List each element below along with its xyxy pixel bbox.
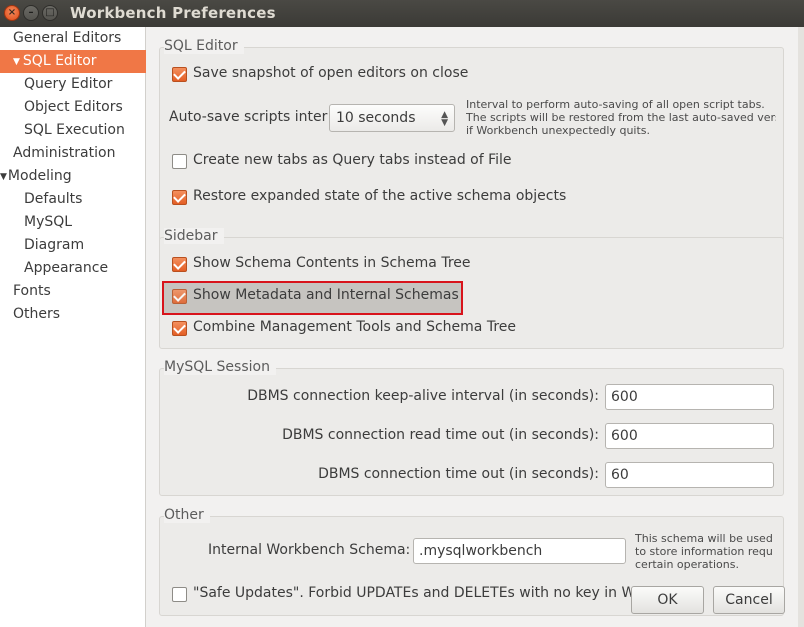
preferences-sidebar: General Editors ▼ SQL Editor Query Editor… [0,27,146,627]
help-line: This schema will be used b [635,532,776,545]
sidebar-item-label: General Editors [13,30,122,46]
combine-tools-checkbox[interactable] [172,321,187,336]
connection-timeout-label: DBMS connection time out (in seconds): [318,466,599,482]
spin-down-icon[interactable]: ▼ [441,119,448,128]
sidebar-item-object-editors[interactable]: Object Editors [0,96,146,119]
sidebar-item-label: Administration [13,145,116,161]
sidebar-item-label: Others [13,306,61,322]
sql-editor-heading: SQL Editor [164,38,244,54]
auto-save-label: Auto-save scripts inter [169,109,328,125]
keep-alive-label: DBMS connection keep-alive interval (in … [247,388,599,404]
sidebar-item-appearance[interactable]: Appearance [0,257,146,280]
cancel-button[interactable]: Cancel [713,586,785,614]
sidebar-item-label: Defaults [24,191,83,207]
sidebar-item-administration[interactable]: Administration [0,142,146,165]
sidebar-item-defaults[interactable]: Defaults [0,188,146,211]
sidebar-item-label: Object Editors [24,99,123,115]
sidebar-item-fonts[interactable]: Fonts [0,280,146,303]
sidebar-item-label: Appearance [24,260,109,276]
mysql-session-heading: MySQL Session [164,359,276,375]
preferences-content: SQL Editor Save snapshot of open editors… [147,27,804,627]
sidebar-item-others[interactable]: Others [0,303,146,326]
minimize-icon: – [28,7,34,18]
sidebar-item-label: SQL Editor [22,53,97,69]
restore-state-checkbox[interactable] [172,190,187,205]
read-timeout-input[interactable]: 600 [605,423,774,449]
auto-save-interval-value: 10 seconds [336,110,416,126]
sidebar-item-label: Query Editor [24,76,113,92]
title-bar: × – □ Workbench Preferences [0,0,804,27]
sidebar-item-label: Diagram [24,237,85,253]
metadata-label: Show Metadata and Internal Schemas [193,287,459,303]
sidebar-item-modeling[interactable]: ▼Modeling [0,165,146,188]
auto-save-interval-spinner[interactable]: 10 seconds ▲ ▼ [329,104,455,132]
keep-alive-input[interactable]: 600 [605,384,774,410]
sidebar-item-label: Fonts [13,283,51,299]
internal-schema-label: Internal Workbench Schema: [208,542,411,558]
other-heading: Other [164,507,210,523]
help-line: if Workbench unexpectedly quits. [466,124,651,137]
sidebar-item-sql-editor[interactable]: ▼ SQL Editor [0,50,146,73]
sidebar-item-diagram[interactable]: Diagram [0,234,146,257]
schema-contents-checkbox[interactable] [172,257,187,272]
schema-contents-label: Show Schema Contents in Schema Tree [193,255,471,271]
sidebar-item-sql-execution[interactable]: SQL Execution [0,119,146,142]
read-timeout-label: DBMS connection read time out (in second… [282,427,599,443]
sidebar-item-label: MySQL [24,214,73,230]
new-tabs-label: Create new tabs as Query tabs instead of… [193,152,512,168]
expand-arrow-icon[interactable]: ▼ [13,57,20,67]
maximize-window-button[interactable]: □ [42,5,58,21]
save-snapshot-checkbox[interactable] [172,67,187,82]
auto-save-help: Interval to perform auto-saving of all o… [466,98,776,137]
internal-schema-input[interactable]: .mysqlworkbench [413,538,626,564]
sidebar-item-general-editors[interactable]: General Editors [0,27,146,50]
internal-schema-help: This schema will be used b to store info… [635,532,776,571]
connection-timeout-input[interactable]: 60 [605,462,774,488]
minimize-window-button[interactable]: – [23,5,39,21]
help-line: certain operations. [635,558,739,571]
help-line: Interval to perform auto-saving of all o… [466,98,765,111]
metadata-checkbox[interactable] [172,289,187,304]
safe-updates-checkbox[interactable] [172,587,187,602]
help-line: The scripts will be restored from the la… [466,111,776,124]
sidebar-heading: Sidebar [164,228,224,244]
save-snapshot-label: Save snapshot of open editors on close [193,65,469,81]
sidebar-item-label: Modeling [7,168,72,184]
restore-state-label: Restore expanded state of the active sch… [193,188,567,204]
sidebar-item-mysql[interactable]: MySQL [0,211,146,234]
window-title: Workbench Preferences [70,4,276,22]
close-icon: × [7,7,17,18]
close-window-button[interactable]: × [4,5,20,21]
ok-button[interactable]: OK [631,586,704,614]
sidebar-item-label: SQL Execution [24,122,125,138]
sidebar-item-query-editor[interactable]: Query Editor [0,73,146,96]
new-tabs-checkbox[interactable] [172,154,187,169]
combine-tools-label: Combine Management Tools and Schema Tree [193,319,516,335]
help-line: to store information requ [635,545,773,558]
expand-arrow-icon[interactable]: ▼ [0,172,7,182]
maximize-icon: □ [45,7,55,18]
